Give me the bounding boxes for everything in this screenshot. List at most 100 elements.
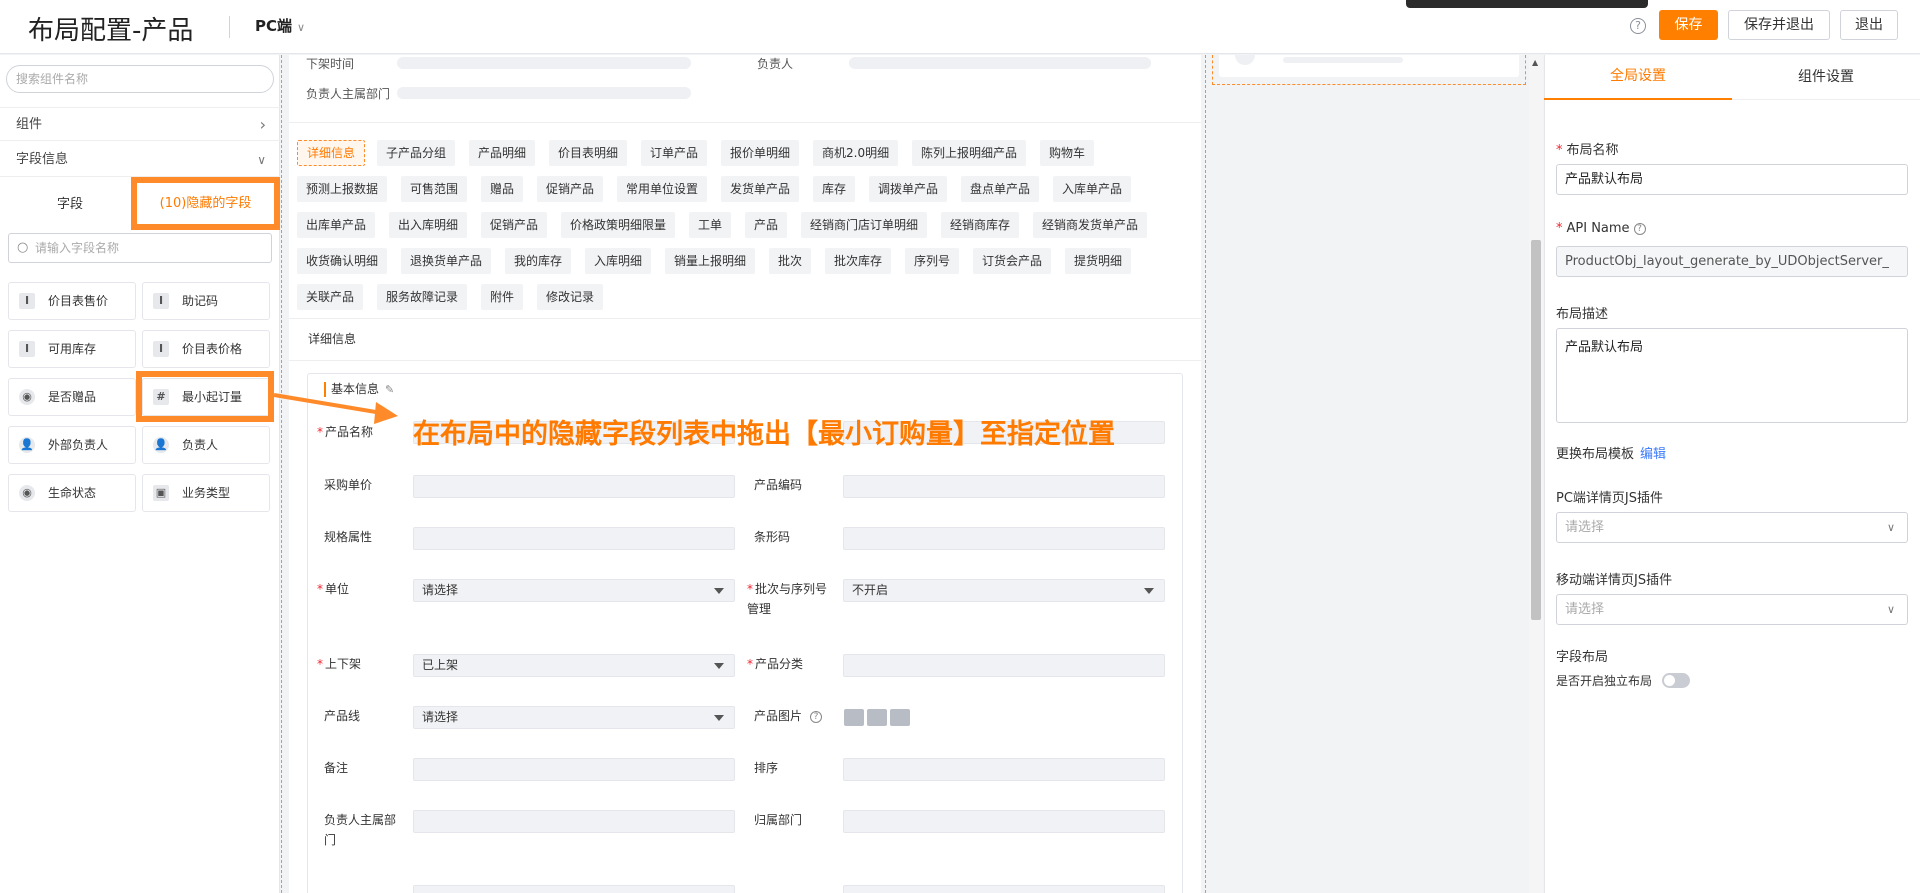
template-label: 更换布局模板 xyxy=(1556,447,1635,462)
search-component-input[interactable]: 搜索组件名称 xyxy=(6,65,274,93)
pc-plugin-select[interactable]: 请选择 ∨ xyxy=(1556,512,1908,543)
save-and-exit-button[interactable]: 保存并退出 xyxy=(1728,10,1830,40)
related-object-tab[interactable]: 出库单产品 xyxy=(297,212,376,238)
related-object-tab[interactable]: 经销商库存 xyxy=(941,212,1020,238)
related-object-tab[interactable]: 经销商发货单产品 xyxy=(1033,212,1148,238)
help-icon[interactable]: ? xyxy=(810,711,822,723)
related-object-tab[interactable]: 附件 xyxy=(481,284,524,310)
field-card[interactable]: I 价目表价格 xyxy=(142,330,270,368)
related-object-tab[interactable]: 库存 xyxy=(813,176,856,202)
related-object-tab[interactable]: 赠品 xyxy=(481,176,524,202)
preview-card xyxy=(1219,55,1519,77)
platform-label: PC端 xyxy=(255,17,293,35)
field-card[interactable]: I 助记码 xyxy=(142,282,270,320)
related-object-tab[interactable]: 关联产品 xyxy=(297,284,364,310)
field-card[interactable]: I 可用库存 xyxy=(8,330,136,368)
search-field-input[interactable]: ○ 请输入字段名称 xyxy=(8,233,272,263)
line-select[interactable]: 请选择 xyxy=(413,706,735,729)
mobile-plugin-select[interactable]: 请选择 ∨ xyxy=(1556,594,1908,625)
field-card[interactable]: 👤 外部负责人 xyxy=(8,426,136,464)
field-card-label: 负责人 xyxy=(182,438,219,452)
related-object-tab[interactable]: 调拨单产品 xyxy=(869,176,948,202)
field-card[interactable]: I 价目表售价 xyxy=(8,282,136,320)
layout-desc-textarea[interactable]: 产品默认布局 xyxy=(1556,328,1908,423)
unit-select[interactable]: 请选择 xyxy=(413,579,735,602)
related-object-tab[interactable]: 盘点单产品 xyxy=(961,176,1040,202)
tab-component-settings[interactable]: 组件设置 xyxy=(1732,55,1920,100)
related-object-tab[interactable]: 报价单明细 xyxy=(721,140,800,166)
components-section-toggle[interactable]: 组件 › xyxy=(0,107,280,141)
batch-select[interactable]: 不开启 xyxy=(843,579,1165,602)
related-object-tab[interactable]: 销量上报明细 xyxy=(665,248,756,274)
independent-layout-toggle[interactable] xyxy=(1662,673,1690,688)
related-object-tab[interactable]: 商机2.0明细 xyxy=(813,140,899,166)
related-object-tab[interactable]: 我的库存 xyxy=(505,248,572,274)
sort-input[interactable] xyxy=(843,758,1165,781)
field-card[interactable]: 👤 负责人 xyxy=(142,426,270,464)
tab-hidden-fields[interactable]: (10)隐藏的字段 xyxy=(131,177,280,230)
related-object-tab[interactable]: 陈列上报明细产品 xyxy=(912,140,1027,166)
save-button[interactable]: 保存 xyxy=(1659,10,1718,40)
barcode-input[interactable] xyxy=(843,527,1165,550)
related-object-tab[interactable]: 出入库明细 xyxy=(389,212,468,238)
related-object-tab[interactable]: 价格政策明细限量 xyxy=(561,212,676,238)
related-object-tab[interactable]: 工单 xyxy=(689,212,732,238)
template-edit-link[interactable]: 编辑 xyxy=(1640,447,1666,462)
line-select-value: 请选择 xyxy=(422,710,459,724)
owner-dept-input[interactable] xyxy=(413,810,735,833)
related-object-tab[interactable]: 购物车 xyxy=(1040,140,1095,166)
field-input[interactable] xyxy=(843,885,1165,893)
related-object-tab[interactable]: 收货确认明细 xyxy=(297,248,388,274)
related-object-tab[interactable]: 促销产品 xyxy=(481,212,548,238)
field-input[interactable] xyxy=(413,885,735,893)
help-icon[interactable]: ? xyxy=(1633,223,1646,235)
layout-name-input[interactable]: 产品默认布局 xyxy=(1556,164,1908,195)
product-code-input[interactable] xyxy=(843,475,1165,498)
remark-input[interactable] xyxy=(413,758,735,781)
tab-fields[interactable]: 字段 xyxy=(57,193,83,212)
field-card[interactable]: ▣ 业务类型 xyxy=(142,474,270,512)
related-object-tab[interactable]: 服务故障记录 xyxy=(377,284,468,310)
related-object-tab[interactable]: 子产品分组 xyxy=(377,140,456,166)
category-input[interactable] xyxy=(843,654,1165,677)
spec-input[interactable] xyxy=(413,527,735,550)
related-object-tab[interactable]: 产品 xyxy=(745,212,788,238)
purchase-price-input[interactable] xyxy=(413,475,735,498)
tab-detail-info-active[interactable]: 详细信息 xyxy=(297,140,366,166)
related-object-tab[interactable]: 促销产品 xyxy=(537,176,604,202)
field-card[interactable]: ◉ 是否赠品 xyxy=(8,378,136,416)
required-mark: * xyxy=(747,582,753,596)
related-object-tab[interactable]: 经销商门店订单明细 xyxy=(801,212,928,238)
related-object-tab[interactable]: 订单产品 xyxy=(641,140,708,166)
related-object-tab[interactable]: 产品明细 xyxy=(469,140,536,166)
related-object-tab[interactable]: 可售范围 xyxy=(401,176,468,202)
related-object-tab[interactable]: 批次 xyxy=(769,248,812,274)
divider xyxy=(289,122,1201,123)
tab-global-settings[interactable]: 全局设置 xyxy=(1544,55,1732,100)
related-object-tab[interactable]: 修改记录 xyxy=(537,284,604,310)
field-info-section-toggle[interactable]: 字段信息 ∨ xyxy=(0,143,280,177)
related-object-tab[interactable]: 发货单产品 xyxy=(721,176,800,202)
required-mark: * xyxy=(317,657,323,671)
field-label: 下架时间 xyxy=(306,57,355,71)
shelf-select[interactable]: 已上架 xyxy=(413,654,735,677)
related-object-tab[interactable]: 价目表明细 xyxy=(549,140,628,166)
field-card-label: 可用库存 xyxy=(48,342,97,356)
scroll-up-arrow-icon[interactable]: ▲ xyxy=(1532,58,1538,67)
related-object-tab[interactable]: 预测上报数据 xyxy=(297,176,388,202)
related-object-tab[interactable]: 入库明细 xyxy=(585,248,652,274)
related-object-tab[interactable]: 退换货单产品 xyxy=(401,248,492,274)
related-object-tab[interactable]: 常用单位设置 xyxy=(617,176,708,202)
field-card[interactable]: ◉ 生命状态 xyxy=(8,474,136,512)
related-object-tab[interactable]: 批次库存 xyxy=(825,248,892,274)
related-object-tab[interactable]: 序列号 xyxy=(905,248,960,274)
dept-input[interactable] xyxy=(843,810,1165,833)
help-icon[interactable]: ? xyxy=(1630,18,1646,34)
chevron-right-icon: › xyxy=(259,115,266,134)
scrollbar-thumb[interactable] xyxy=(1531,240,1541,620)
platform-dropdown[interactable]: PC端 ∨ xyxy=(255,15,305,36)
exit-button[interactable]: 退出 xyxy=(1840,10,1898,40)
related-object-tab[interactable]: 提货明细 xyxy=(1065,248,1132,274)
related-object-tab[interactable]: 入库单产品 xyxy=(1053,176,1132,202)
related-object-tab[interactable]: 订货会产品 xyxy=(973,248,1052,274)
